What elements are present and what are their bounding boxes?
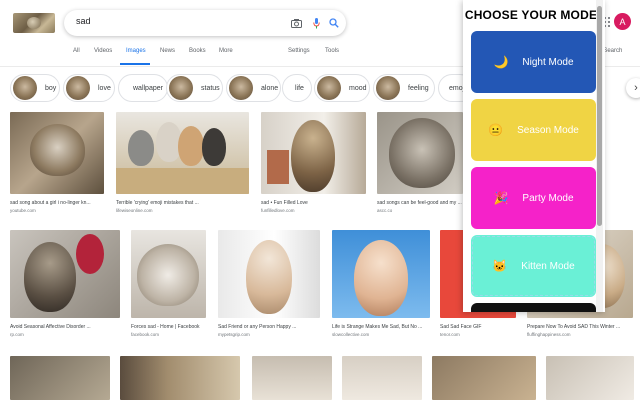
result-thumbnail[interactable]	[377, 112, 463, 194]
result-source: tenor.com	[440, 332, 460, 337]
chip-label: boy	[45, 84, 57, 92]
result-source: fluffinghappiness.com	[527, 332, 571, 337]
tab-tools[interactable]: Tools	[325, 48, 339, 54]
result-caption[interactable]: sad • Fun Filled Love	[261, 200, 366, 206]
result-thumbnail[interactable]	[116, 112, 249, 194]
cat-icon: 🐱	[492, 259, 508, 273]
tab-settings[interactable]: Settings	[288, 48, 310, 54]
chip-mood[interactable]: mood	[314, 74, 370, 102]
search-box[interactable]: sad	[64, 10, 346, 36]
result-source: youtube.com	[10, 208, 36, 213]
result-thumbnail[interactable]	[218, 230, 320, 318]
chip-thumbnail	[13, 76, 37, 100]
season-mode-button[interactable]: 😐 Season Mode	[471, 99, 596, 161]
chip-thumbnail	[376, 76, 400, 100]
result-source: slowcollective.com	[332, 332, 370, 337]
result-thumbnail[interactable]	[546, 356, 634, 400]
mode-label: Kitten Mode	[521, 260, 575, 272]
kitten-mode-button[interactable]: 🐱 Kitten Mode	[471, 235, 596, 297]
chip-label: wallpaper	[133, 84, 163, 92]
result-caption[interactable]: Terrible 'crying' emoji mistakes that ..…	[116, 200, 249, 206]
tab-more[interactable]: More	[219, 48, 233, 54]
result-thumbnail[interactable]	[342, 356, 422, 400]
result-thumbnail[interactable]	[10, 356, 110, 400]
result-caption[interactable]: Sad Sad Face GIF	[440, 324, 516, 330]
result-caption[interactable]: Forces sad - Home | Facebook	[131, 324, 206, 330]
result-thumbnail[interactable]	[120, 356, 240, 400]
moon-icon: 🌙	[493, 55, 509, 69]
mode-chooser-popup: CHOOSE YOUR MODE 🌙 Night Mode 😐 Season M…	[463, 0, 605, 312]
chip-alone[interactable]: alone	[226, 74, 281, 102]
chip-thumbnail	[66, 76, 90, 100]
result-caption[interactable]: sad songs can be feel-good and my ...	[377, 200, 463, 206]
mode-label: Party Mode	[522, 192, 574, 204]
result-caption[interactable]: Avoid Seasonal Affective Disorder ...	[10, 324, 120, 330]
chip-wallpaper[interactable]: wallpaper	[118, 74, 168, 102]
chip-thumbnail	[317, 76, 341, 100]
tab-videos[interactable]: Videos	[94, 48, 112, 54]
result-thumbnail[interactable]	[252, 356, 332, 400]
chip-life[interactable]: life	[282, 74, 312, 102]
chip-feeling[interactable]: feeling	[373, 74, 435, 102]
result-source: facebook.com	[131, 332, 160, 337]
result-source: rp.com	[10, 332, 24, 337]
chip-boy[interactable]: boy	[10, 74, 60, 102]
chip-label: status	[201, 84, 220, 92]
popup-title: CHOOSE YOUR MODE	[464, 8, 598, 22]
popup-scrollbar-thumb[interactable]	[597, 6, 602, 226]
night-mode-button[interactable]: 🌙 Night Mode	[471, 31, 596, 93]
chip-thumbnail	[169, 76, 193, 100]
result-source: mypetsgrip.com	[218, 332, 250, 337]
google-doodle-logo[interactable]	[13, 13, 55, 33]
result-caption[interactable]: Life is Strange Makes Me Sad, But No ...	[332, 324, 430, 330]
tab-books[interactable]: Books	[189, 48, 206, 54]
chevron-right-icon[interactable]: ›	[626, 78, 640, 98]
search-icon[interactable]	[327, 16, 341, 30]
chip-love[interactable]: love	[63, 74, 115, 102]
result-caption[interactable]: Sad Friend or any Person Happy ...	[218, 324, 320, 330]
chip-label: feeling	[408, 84, 429, 92]
next-mode-button-partial[interactable]	[471, 303, 596, 312]
active-tab-indicator	[120, 63, 150, 65]
chip-status[interactable]: status	[166, 74, 223, 102]
result-caption[interactable]: Prepare Now To Avoid SAD This Winter ...	[527, 324, 633, 330]
result-thumbnail[interactable]	[131, 230, 206, 318]
result-thumbnail[interactable]	[432, 356, 536, 400]
tab-news[interactable]: News	[160, 48, 175, 54]
chip-label: love	[98, 84, 111, 92]
account-avatar[interactable]: A	[614, 13, 631, 30]
result-thumbnail[interactable]	[10, 112, 104, 194]
chip-label: life	[295, 84, 304, 92]
result-source: funfilledlove.com	[261, 208, 295, 213]
mode-label: Season Mode	[517, 124, 579, 136]
party-mode-button[interactable]: 🎉 Party Mode	[471, 167, 596, 229]
result-thumbnail[interactable]	[332, 230, 430, 318]
camera-icon[interactable]	[289, 16, 303, 30]
chip-thumbnail	[229, 76, 253, 100]
microphone-icon[interactable]	[309, 16, 323, 30]
result-source: ascc.co	[377, 208, 393, 213]
result-source: lifewiseonline.com	[116, 208, 153, 213]
face-icon: 😐	[488, 123, 504, 137]
tab-images[interactable]: Images	[126, 48, 146, 54]
result-thumbnail[interactable]	[10, 230, 120, 318]
party-popper-icon: 🎉	[493, 191, 509, 205]
mode-label: Night Mode	[522, 56, 574, 68]
tab-all[interactable]: All	[73, 48, 80, 54]
chip-label: mood	[349, 84, 367, 92]
result-thumbnail[interactable]	[261, 112, 366, 194]
result-caption[interactable]: sad song about a girl i no-linger kn...	[10, 200, 104, 206]
search-input[interactable]: sad	[76, 16, 91, 26]
